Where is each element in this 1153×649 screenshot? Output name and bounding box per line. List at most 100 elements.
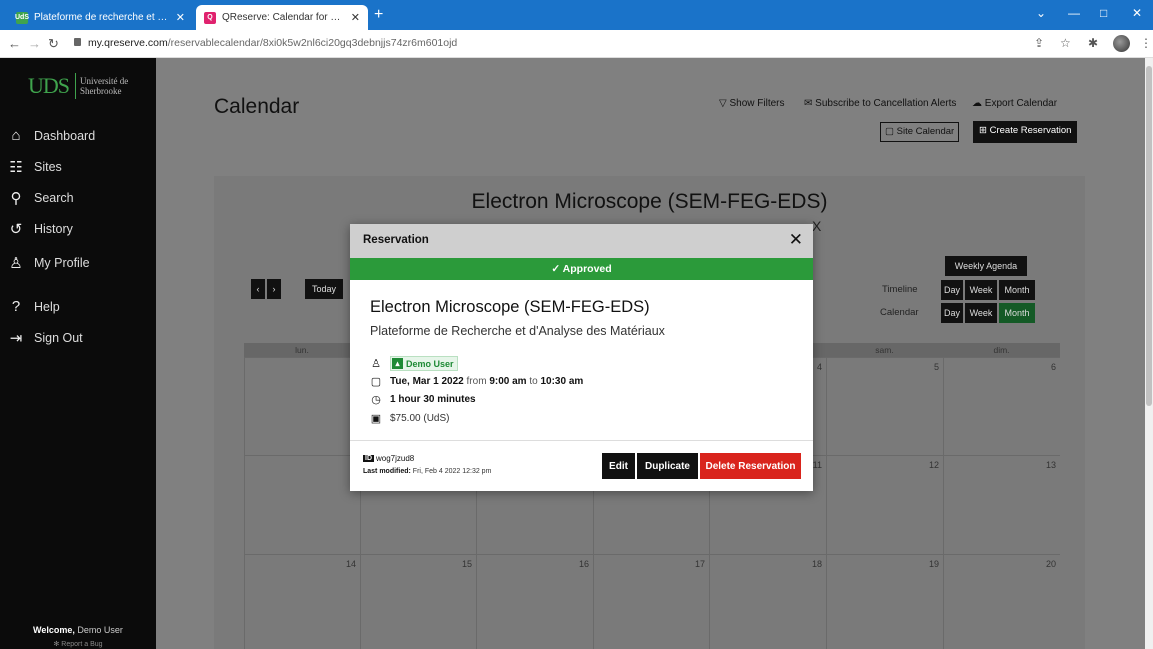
bookmark-star-icon[interactable]: ☆ — [1060, 36, 1071, 50]
calendar-day-cell[interactable]: 15 — [360, 554, 476, 649]
timeline-month-button[interactable]: Month — [999, 280, 1035, 300]
export-calendar-link[interactable]: ☁ Export Calendar — [972, 98, 1057, 109]
reservation-id: ID wog7jzud8 — [363, 454, 415, 463]
tab-title: Plateforme de recherche et d'an — [34, 12, 170, 23]
calendar-day-cell[interactable] — [244, 357, 360, 455]
calendar-day-button[interactable]: Day — [941, 303, 963, 323]
delete-reservation-button[interactable]: Delete Reservation — [700, 453, 801, 479]
close-tab-icon[interactable]: ✕ — [351, 11, 360, 24]
day-number: 12 — [928, 460, 939, 470]
sidebar-item-sites[interactable]: ☷ Sites — [8, 158, 62, 176]
calendar-day-cell[interactable]: 13 — [943, 455, 1060, 554]
logo-mark: UDS — [28, 73, 77, 99]
day-number: 13 — [1045, 460, 1056, 470]
day-number: 4 — [816, 362, 822, 372]
create-reservation-button[interactable]: ⊞ Create Reservation — [973, 121, 1078, 143]
timeline-week-button[interactable]: Week — [965, 280, 997, 300]
extensions-icon[interactable]: ✱ — [1088, 36, 1098, 50]
day-number: 17 — [694, 559, 705, 569]
sidebar: UDS Université de Sherbrooke ⌂ Dashboard … — [0, 58, 156, 649]
user-row: ♙ ▴ Demo User — [370, 356, 458, 371]
day-number: 16 — [578, 559, 589, 569]
calendar-day-cell[interactable]: 14 — [244, 554, 360, 649]
person-icon: ▴ — [392, 358, 403, 369]
edit-button[interactable]: Edit — [602, 453, 635, 479]
sidebar-item-my-profile[interactable]: ♙ My Profile — [8, 254, 89, 272]
prev-month-button[interactable]: ‹ — [251, 279, 265, 299]
forward-icon[interactable]: → — [28, 36, 41, 51]
day-number: 18 — [811, 559, 822, 569]
share-icon[interactable]: ⇪ — [1034, 36, 1044, 50]
close-icon[interactable]: ✕ — [789, 230, 803, 250]
divider — [350, 440, 813, 441]
calendar-icon: ▢ — [370, 376, 382, 388]
browser-tab-qreserve[interactable]: Q QReserve: Calendar for Electron ✕ — [196, 5, 368, 30]
back-icon[interactable]: ← — [8, 36, 21, 51]
show-filters-link[interactable]: ▽ Show Filters — [719, 98, 785, 109]
calendar-day-cell[interactable]: 18 — [709, 554, 826, 649]
calendar-day-cell[interactable]: 6 — [943, 357, 1060, 455]
user-icon: ♙ — [371, 358, 381, 370]
tab-search-icon[interactable]: ⌄ — [1036, 6, 1046, 20]
new-tab-icon[interactable]: + — [374, 6, 383, 24]
status-banner: ✓ Approved — [350, 258, 813, 280]
report-bug-link[interactable]: ✻ Report a Bug — [0, 640, 156, 648]
day-number: 11 — [812, 460, 822, 470]
next-month-button[interactable]: › — [267, 279, 281, 299]
minimize-icon[interactable]: — — [1068, 6, 1080, 20]
menu-kebab-icon[interactable]: ⋮ — [1140, 36, 1152, 50]
address-bar: ← → ↻ my.qreserve.com/reservablecalendar… — [0, 30, 1153, 58]
user-icon: ♙ — [9, 255, 23, 272]
page-title: Calendar — [214, 95, 300, 118]
date-row: ▢ Tue, Mar 1 2022 from 9:00 am to 10:30 … — [370, 376, 584, 388]
calendar-week-button[interactable]: Week — [965, 303, 997, 323]
sidebar-item-search[interactable]: ⚲ Search — [8, 189, 74, 207]
sidebar-item-help[interactable]: ? Help — [8, 298, 60, 315]
sidebar-item-dashboard[interactable]: ⌂ Dashboard — [8, 127, 95, 144]
maximize-icon[interactable]: □ — [1100, 6, 1107, 20]
calendar-day-cell[interactable] — [244, 455, 360, 554]
site-calendar-button[interactable]: ▢ Site Calendar — [880, 122, 960, 142]
weekly-agenda-button[interactable]: Weekly Agenda — [945, 256, 1027, 276]
calendar-day-cell[interactable]: 17 — [593, 554, 709, 649]
scrollbar-thumb[interactable] — [1146, 66, 1152, 406]
qreserve-favicon-icon: Q — [204, 11, 216, 24]
price-row: ▣ $75.00 (UdS) — [370, 413, 450, 425]
day-header: lun. — [244, 343, 360, 357]
calendar-month-button[interactable]: Month — [999, 303, 1035, 323]
timeline-day-button[interactable]: Day — [941, 280, 963, 300]
cloud-icon: ☁ — [972, 98, 982, 109]
browser-tab-plateforme[interactable]: UdS Plateforme de recherche et d'an ✕ — [8, 5, 193, 30]
history-icon: ↺ — [9, 221, 23, 238]
subscribe-alerts-link[interactable]: ✉ Subscribe to Cancellation Alerts — [804, 98, 956, 109]
filter-icon: ▽ — [719, 98, 727, 109]
home-icon: ⌂ — [11, 127, 21, 144]
search-icon: ⚲ — [10, 190, 22, 207]
calendar-day-cell[interactable]: 5 — [826, 357, 943, 455]
duplicate-button[interactable]: Duplicate — [637, 453, 698, 479]
calendar-day-cell[interactable]: 20 — [943, 554, 1060, 649]
day-number: 19 — [928, 559, 939, 569]
url-field[interactable]: my.qreserve.com/reservablecalendar/8xi0k… — [88, 37, 457, 49]
today-button[interactable]: Today — [305, 279, 343, 299]
calendar-day-cell[interactable]: 16 — [476, 554, 593, 649]
day-number: 20 — [1045, 559, 1056, 569]
sidebar-item-history[interactable]: ↺ History — [8, 220, 73, 238]
profile-avatar[interactable] — [1113, 35, 1130, 52]
chevron-right-icon: › — [272, 284, 276, 294]
reload-icon[interactable]: ↻ — [48, 36, 59, 52]
welcome-text: Welcome, Demo User — [33, 625, 123, 635]
day-header: sam. — [826, 343, 943, 357]
close-window-icon[interactable]: ✕ — [1132, 6, 1142, 20]
day-number: 5 — [933, 362, 939, 372]
calendar-day-cell[interactable]: 12 — [826, 455, 943, 554]
day-number: 6 — [1050, 362, 1056, 372]
user-badge[interactable]: ▴ Demo User — [390, 356, 458, 371]
calendar-day-cell[interactable]: 19 — [826, 554, 943, 649]
check-icon: ✓ — [551, 263, 561, 275]
calendar-title: Electron Microscope (SEM-FEG-EDS) — [471, 190, 828, 213]
bug-icon: ✻ — [53, 641, 60, 648]
close-tab-icon[interactable]: ✕ — [176, 11, 185, 24]
uds-logo[interactable]: UDS Université de Sherbrooke — [6, 68, 141, 104]
sidebar-item-sign-out[interactable]: ⇥ Sign Out — [8, 329, 83, 347]
